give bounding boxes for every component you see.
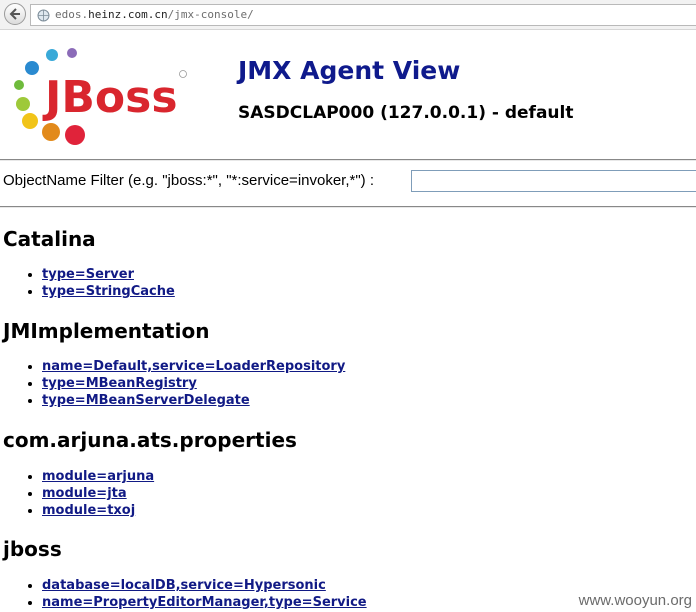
browser-toolbar: edos.heinz.com.cn/jmx-console/ <box>0 0 696 30</box>
objectname-filter-input[interactable] <box>411 170 696 192</box>
mbean-link[interactable]: type=MBeanServerDelegate <box>42 393 250 408</box>
url-domain: heinz.com.cn <box>88 8 168 21</box>
jboss-logo-graphic: JBoss <box>14 48 187 145</box>
page-title: JMX Agent View <box>238 56 461 85</box>
list-item: module=jta <box>42 485 154 502</box>
mbean-link[interactable]: type=StringCache <box>42 284 175 299</box>
mbean-link[interactable]: name=Default,service=LoaderRepository <box>42 359 345 374</box>
list-item: module=arjuna <box>42 468 154 485</box>
mbean-link[interactable]: module=txoj <box>42 503 135 518</box>
globe-icon <box>37 9 50 22</box>
list-item: database=localDB,service=Hypersonic <box>42 577 367 594</box>
list-item: name=Default,service=LoaderRepository <box>42 358 345 375</box>
mbean-link[interactable]: database=localDB,service=Hypersonic <box>42 578 326 593</box>
arrow-left-icon <box>9 8 20 20</box>
domain-heading-jboss: jboss <box>3 537 62 561</box>
list-item: type=MBeanRegistry <box>42 375 345 392</box>
mbean-list-com-arjuna: module=arjuna module=jta module=txoj <box>0 468 154 519</box>
url-text: edos.heinz.com.cn/jmx-console/ <box>55 8 254 21</box>
jboss-logo: JBoss <box>8 40 198 150</box>
watermark: www.wooyun.org <box>578 592 692 609</box>
domain-heading-jmimplementation: JMImplementation <box>3 319 210 343</box>
mbean-list-jmimplementation: name=Default,service=LoaderRepository ty… <box>0 358 345 409</box>
back-button[interactable] <box>4 3 26 25</box>
address-bar[interactable]: edos.heinz.com.cn/jmx-console/ <box>30 4 696 26</box>
mbean-link[interactable]: type=Server <box>42 267 134 282</box>
list-item: module=txoj <box>42 502 154 519</box>
mbean-link[interactable]: type=MBeanRegistry <box>42 376 197 391</box>
mbean-list-jboss: database=localDB,service=Hypersonic name… <box>0 577 367 611</box>
list-item: name=PropertyEditorManager,type=Service <box>42 594 367 611</box>
list-item: type=Server <box>42 266 175 283</box>
domain-heading-com-arjuna: com.arjuna.ats.properties <box>3 428 297 452</box>
list-item: type=MBeanServerDelegate <box>42 392 345 409</box>
mbean-list-catalina: type=Server type=StringCache <box>0 266 175 300</box>
domain-heading-catalina: Catalina <box>3 227 96 251</box>
filter-label: ObjectName Filter (e.g. "jboss:*", "*:se… <box>3 172 375 189</box>
url-path: /jmx-console/ <box>167 8 254 21</box>
logo-text: JBoss <box>42 72 178 123</box>
mbean-link[interactable]: module=jta <box>42 486 127 501</box>
divider-top <box>0 159 696 161</box>
server-subtitle: SASDCLAP000 (127.0.0.1) - default <box>238 103 574 123</box>
url-prefix: edos. <box>55 8 89 21</box>
divider-bottom <box>0 206 696 208</box>
mbean-link[interactable]: name=PropertyEditorManager,type=Service <box>42 595 367 610</box>
mbean-link[interactable]: module=arjuna <box>42 469 154 484</box>
list-item: type=StringCache <box>42 283 175 300</box>
